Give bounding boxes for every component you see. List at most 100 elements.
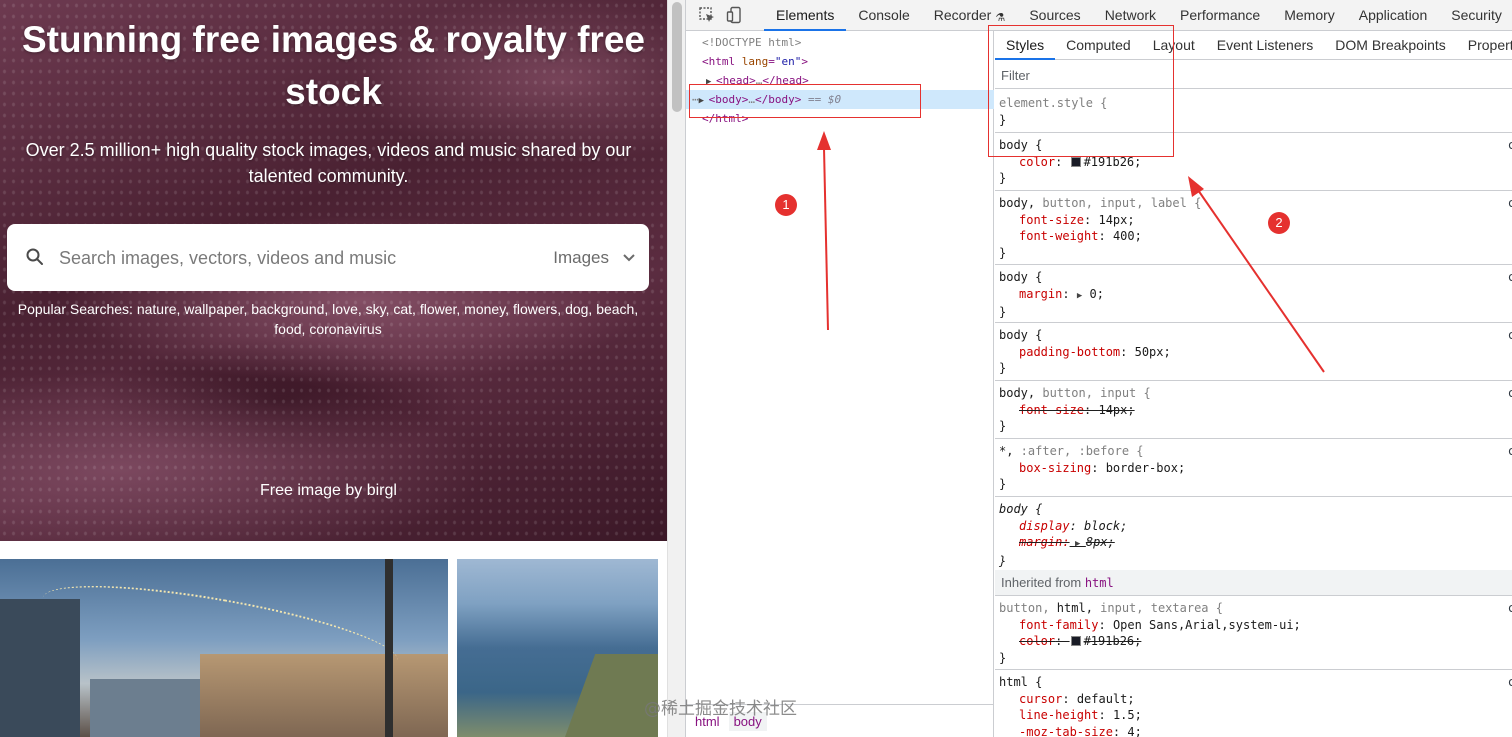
tab-elements[interactable]: Elements (764, 0, 847, 31)
property-value[interactable]: #191b26; (1084, 634, 1142, 648)
rule-selector-rest: button, input, label { (1035, 196, 1202, 210)
color-swatch-icon[interactable] (1070, 636, 1081, 646)
property-value[interactable]: 50px; (1135, 345, 1171, 359)
property-name[interactable]: margin (1019, 287, 1062, 301)
property-name[interactable]: margin: (1019, 535, 1070, 549)
inherited-tag-link[interactable]: html (1085, 576, 1114, 590)
property-name[interactable]: display (1019, 519, 1070, 533)
tab-event-listeners[interactable]: Event Listeners (1206, 31, 1325, 60)
web-page: Stunning free images & royalty free stoc… (0, 0, 667, 737)
search-type-dropdown[interactable]: Images (553, 244, 635, 272)
property-value[interactable]: 4; (1127, 725, 1141, 737)
rule-selector-rest: button, input { (1035, 386, 1151, 400)
rule-selector: body { (999, 270, 1043, 284)
tab-security[interactable]: Security (1439, 0, 1512, 31)
rule-selector-main: *, (999, 444, 1014, 458)
property-value[interactable]: 400; (1113, 229, 1142, 243)
property-value[interactable]: 1.5; (1113, 708, 1142, 722)
rule-selector-rest2: input, textarea { (1092, 601, 1223, 615)
property-name[interactable]: padding-bottom (1019, 345, 1120, 359)
property-name[interactable]: color (1019, 634, 1055, 648)
search-bar[interactable]: Images (7, 224, 649, 291)
doctype-text: <!DOCTYPE html> (702, 36, 802, 49)
tab-dom-breakpoints[interactable]: DOM Breakpoints (1324, 31, 1456, 60)
color-swatch-icon[interactable] (1070, 156, 1081, 167)
watermark: @稀土掘金技术社区 (644, 699, 797, 719)
style-rule-html[interactable]: c html { cursor: default; line-height: 1… (995, 670, 1512, 737)
property-value[interactable]: default; (1077, 692, 1135, 706)
annotation-badge-1: 1 (775, 194, 797, 216)
style-rule-body-margin[interactable]: c body { margin: ▶ 0; } (995, 265, 1512, 323)
rule-close-brace: } (999, 305, 1007, 319)
style-rule-body-padding[interactable]: c body { padding-bottom: 50px; } (995, 323, 1512, 381)
search-type-label: Images (553, 248, 609, 267)
flask-icon: ⚗ (995, 12, 1006, 24)
popular-searches[interactable]: Popular Searches: nature, wallpaper, bac… (8, 299, 648, 339)
style-rule-universal[interactable]: c *, :after, :before { box-sizing: borde… (995, 439, 1512, 497)
rule-source-link[interactable]: c (1508, 674, 1512, 691)
property-name[interactable]: font-size (1019, 403, 1084, 417)
scrollbar-thumb[interactable] (672, 2, 682, 112)
rule-source-link[interactable]: c (1508, 443, 1512, 460)
property-value[interactable]: 8px; (1086, 535, 1115, 549)
rule-source-link[interactable]: c (1508, 195, 1512, 212)
search-input[interactable] (57, 242, 497, 274)
rule-selector-main: html, (1056, 601, 1093, 615)
rule-source-link[interactable]: c (1508, 600, 1512, 617)
property-name[interactable]: font-family (1019, 618, 1098, 632)
tab-properties[interactable]: Properties (1457, 31, 1512, 60)
rule-close-brace: } (999, 245, 1007, 260)
annotation-box-body-node (689, 84, 921, 118)
tab-memory[interactable]: Memory (1272, 0, 1347, 31)
rule-close-brace: } (999, 650, 1007, 665)
rule-selector: html { (999, 675, 1043, 689)
tab-console[interactable]: Console (846, 0, 921, 31)
style-rule-body-fontsize-overridden[interactable]: c body, button, input { font-size: 14px;… (995, 381, 1512, 439)
image-credit[interactable]: Free image by birgl (0, 482, 657, 500)
expand-triangle-icon[interactable]: ▶ (1077, 291, 1082, 301)
property-value[interactable]: 14px; (1098, 213, 1134, 227)
dom-html-node[interactable]: <html lang="en"> (686, 52, 994, 71)
property-name[interactable]: line-height (1019, 708, 1098, 722)
inherited-label: Inherited from (1001, 575, 1082, 590)
rule-close-brace: } (999, 419, 1007, 433)
rule-source-link[interactable]: c (1508, 269, 1512, 286)
rule-close-brace: } (999, 361, 1007, 375)
rule-selector-rest: :after, :before { (1013, 444, 1144, 458)
page-scrollbar[interactable] (667, 0, 685, 737)
inherited-from-header: Inherited from html (995, 570, 1512, 596)
property-name[interactable]: font-size (1019, 213, 1084, 227)
style-rule-user-agent-body[interactable]: body { display: block; margin: ▶ 8px; } (995, 497, 1512, 571)
property-value[interactable]: block; (1084, 519, 1127, 533)
html-attr-value: "en" (774, 55, 802, 68)
hero-title: Stunning free images & royalty free stoc… (21, 19, 645, 112)
property-name[interactable]: font-weight (1019, 229, 1098, 243)
rule-close-brace: } (999, 477, 1007, 491)
property-name[interactable]: box-sizing (1019, 461, 1091, 475)
tab-performance[interactable]: Performance (1168, 0, 1272, 31)
rule-source-link[interactable]: c (1508, 137, 1512, 154)
property-value[interactable]: Open Sans,Arial,system-ui; (1113, 618, 1301, 632)
property-name[interactable]: -moz-tab-size (1019, 725, 1113, 737)
style-rule-html-fonts[interactable]: c button, html, input, textarea { font-f… (995, 596, 1512, 670)
rule-close-brace: } (999, 171, 1007, 185)
gallery-image-coast[interactable] (457, 559, 658, 737)
rule-selector-rest: button, (999, 601, 1057, 615)
style-rule-body-fonts[interactable]: c body, button, input, label { font-size… (995, 191, 1512, 265)
rule-selector-main: body, (999, 196, 1036, 210)
tab-application[interactable]: Application (1347, 0, 1440, 31)
tab-recorder-label: Recorder (933, 7, 992, 23)
gallery-image-street[interactable] (0, 559, 448, 737)
search-icon[interactable] (25, 247, 45, 267)
hero-subtitle: Over 2.5 million+ high quality stock ima… (25, 140, 632, 186)
property-name[interactable]: cursor (1019, 692, 1062, 706)
inspect-element-icon[interactable] (698, 6, 716, 24)
dom-doctype[interactable]: <!DOCTYPE html> (686, 33, 994, 52)
property-value[interactable]: 0; (1089, 287, 1103, 301)
rule-source-link[interactable]: c (1508, 385, 1512, 402)
device-toolbar-icon[interactable] (726, 6, 744, 24)
property-value[interactable]: border-box; (1106, 461, 1185, 475)
rule-source-link[interactable]: c (1508, 327, 1512, 344)
html-tag-name: html (708, 55, 736, 68)
property-value[interactable]: 14px; (1098, 403, 1134, 417)
